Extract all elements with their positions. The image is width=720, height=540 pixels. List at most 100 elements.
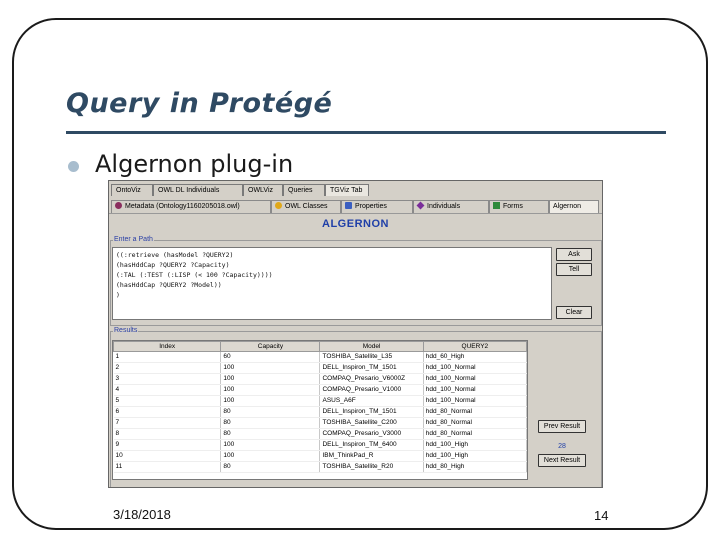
tab-owlviz[interactable]: OWLViz xyxy=(243,184,283,196)
table-cell: 80 xyxy=(220,406,321,418)
table-row[interactable]: 2 100 DELL_Inspiron_TM_1501 hdd_100_Normal xyxy=(113,362,527,374)
table-cell: COMPAQ_Presario_V6000Z xyxy=(319,373,424,385)
column-header[interactable]: Model xyxy=(319,341,424,352)
table-cell: TOSHIBA_Satellite_C200 xyxy=(319,417,424,429)
table-cell: hdd_80_High xyxy=(423,461,527,473)
tab-queries[interactable]: Queries xyxy=(283,184,325,196)
table-cell: IBM_ThinkPad_R xyxy=(319,450,424,462)
tab-tgviz[interactable]: TGViz Tab xyxy=(325,184,369,196)
tab-label: Properties xyxy=(355,203,387,210)
tab-label: Forms xyxy=(503,203,523,210)
table-cell: DELL_Inspiron_TM_6400 xyxy=(319,439,424,451)
table-cell: 9 xyxy=(113,439,222,451)
table-cell: 100 xyxy=(220,395,321,407)
table-row[interactable]: 10 100 IBM_ThinkPad_R hdd_100_High xyxy=(113,450,527,462)
table-cell: 100 xyxy=(220,439,321,451)
results-table: Index Capacity Model QUERY2 1 60 TOSHIBA_S… xyxy=(112,340,528,480)
table-cell: hdd_80_Normal xyxy=(423,428,527,440)
slide-title: Query in Protégé xyxy=(66,88,333,119)
individuals-icon xyxy=(416,201,425,210)
table-cell: hdd_100_Normal xyxy=(423,395,527,407)
table-cell: 10 xyxy=(113,450,222,462)
table-cell: ASUS_A6F xyxy=(319,395,424,407)
clear-button[interactable]: Clear xyxy=(556,306,592,319)
results-body: 1 60 TOSHIBA_Satellite_L35 hdd_60_High 2 100 D… xyxy=(113,351,527,473)
table-cell: COMPAQ_Presario_V1000 xyxy=(319,384,424,396)
table-cell: 11 xyxy=(113,461,222,473)
table-cell: 8 xyxy=(113,428,222,440)
forms-icon xyxy=(493,202,500,209)
table-row[interactable]: 5 100 ASUS_A6F hdd_100_Normal xyxy=(113,395,527,407)
protege-window: OntoViz OWL DL Individuals OWLViz Querie… xyxy=(108,180,603,488)
tab-algernon[interactable]: Algernon xyxy=(549,200,599,213)
tab-forms[interactable]: Forms xyxy=(489,200,549,213)
table-cell: TOSHIBA_Satellite_R20 xyxy=(319,461,424,473)
tab-owl-classes[interactable]: OWL Classes xyxy=(271,200,341,213)
tab-label: OWL Classes xyxy=(285,203,328,210)
table-cell: COMPAQ_Presario_V3000 xyxy=(319,428,424,440)
table-cell: 100 xyxy=(220,450,321,462)
properties-icon xyxy=(345,202,352,209)
table-row[interactable]: 9 100 DELL_Inspiron_TM_6400 hdd_100_High xyxy=(113,439,527,451)
tab-individuals[interactable]: Individuals xyxy=(413,200,489,213)
table-cell: hdd_60_High xyxy=(423,351,527,363)
table-row[interactable]: 7 80 TOSHIBA_Satellite_C200 hdd_80_Normal xyxy=(113,417,527,429)
table-cell: hdd_100_High xyxy=(423,450,527,462)
footer-date: 3/18/2018 xyxy=(113,507,171,522)
tell-button[interactable]: Tell xyxy=(556,263,592,276)
query-line: (hasHddCap ?QUERY2 ?Capacity) xyxy=(116,261,230,269)
table-cell: 100 xyxy=(220,362,321,374)
table-cell: 3 xyxy=(113,373,222,385)
table-cell: TOSHIBA_Satellite_L35 xyxy=(319,351,424,363)
main-tab-row: Metadata (Ontology1160205018.owl) OWL Cl… xyxy=(109,200,602,213)
bullet-icon xyxy=(68,161,79,172)
table-cell: DELL_Inspiron_TM_1501 xyxy=(319,406,424,418)
metadata-icon xyxy=(115,202,122,209)
tab-owl-dl-individuals[interactable]: OWL DL Individuals xyxy=(153,184,243,196)
prev-result-button[interactable]: Prev Result xyxy=(538,420,586,433)
algernon-heading: ALGERNON xyxy=(322,218,389,230)
table-cell: 5 xyxy=(113,395,222,407)
top-tab-row: OntoViz OWL DL Individuals OWLViz Querie… xyxy=(109,184,602,197)
table-cell: 80 xyxy=(220,428,321,440)
table-cell: 4 xyxy=(113,384,222,396)
footer-page-number: 14 xyxy=(594,508,609,523)
table-cell: 1 xyxy=(113,351,222,363)
query-line: ((:retrieve (hasModel ?QUERY2) xyxy=(116,251,234,259)
result-count: 28 xyxy=(558,443,566,450)
query-group-label: Enter a Path xyxy=(113,236,154,243)
table-cell: 80 xyxy=(220,461,321,473)
table-row[interactable]: 8 80 COMPAQ_Presario_V3000 hdd_80_Normal xyxy=(113,428,527,440)
title-underline xyxy=(66,131,666,134)
table-cell: 80 xyxy=(220,417,321,429)
next-result-button[interactable]: Next Result xyxy=(538,454,586,467)
table-row[interactable]: 4 100 COMPAQ_Presario_V1000 hdd_100_Normal xyxy=(113,384,527,396)
column-header[interactable]: Index xyxy=(113,341,222,352)
owl-classes-icon xyxy=(275,202,282,209)
table-cell: 100 xyxy=(220,373,321,385)
table-row[interactable]: 3 100 COMPAQ_Presario_V6000Z hdd_100_Normal xyxy=(113,373,527,385)
table-row[interactable]: 1 60 TOSHIBA_Satellite_L35 hdd_60_High xyxy=(113,351,527,363)
ask-button[interactable]: Ask xyxy=(556,248,592,261)
tab-ontoviz[interactable]: OntoViz xyxy=(111,184,153,196)
query-line: (hasHddCap ?QUERY2 ?Model)) xyxy=(116,281,222,289)
query-input[interactable]: ((:retrieve (hasModel ?QUERY2) (hasHddCa… xyxy=(112,247,552,320)
table-row[interactable]: 11 80 TOSHIBA_Satellite_R20 hdd_80_High xyxy=(113,461,527,473)
table-cell: 100 xyxy=(220,384,321,396)
table-cell: 60 xyxy=(220,351,321,363)
tab-properties[interactable]: Properties xyxy=(341,200,413,213)
query-line: (:TAL (:TEST (:LISP (< 100 ?Capacity)))) xyxy=(116,271,273,279)
table-cell: hdd_100_Normal xyxy=(423,384,527,396)
tab-metadata[interactable]: Metadata (Ontology1160205018.owl) xyxy=(111,200,271,213)
table-row[interactable]: 6 80 DELL_Inspiron_TM_1501 hdd_80_Normal xyxy=(113,406,527,418)
table-cell: DELL_Inspiron_TM_1501 xyxy=(319,362,424,374)
table-cell: 7 xyxy=(113,417,222,429)
query-line: ) xyxy=(116,291,120,299)
table-cell: hdd_80_Normal xyxy=(423,406,527,418)
column-header[interactable]: QUERY2 xyxy=(422,341,527,352)
bullet-text: Algernon plug-in xyxy=(95,150,294,178)
table-cell: hdd_100_Normal xyxy=(423,362,527,374)
column-header[interactable]: Capacity xyxy=(220,341,321,352)
table-cell: 2 xyxy=(113,362,222,374)
results-group-label: Results xyxy=(113,327,139,334)
